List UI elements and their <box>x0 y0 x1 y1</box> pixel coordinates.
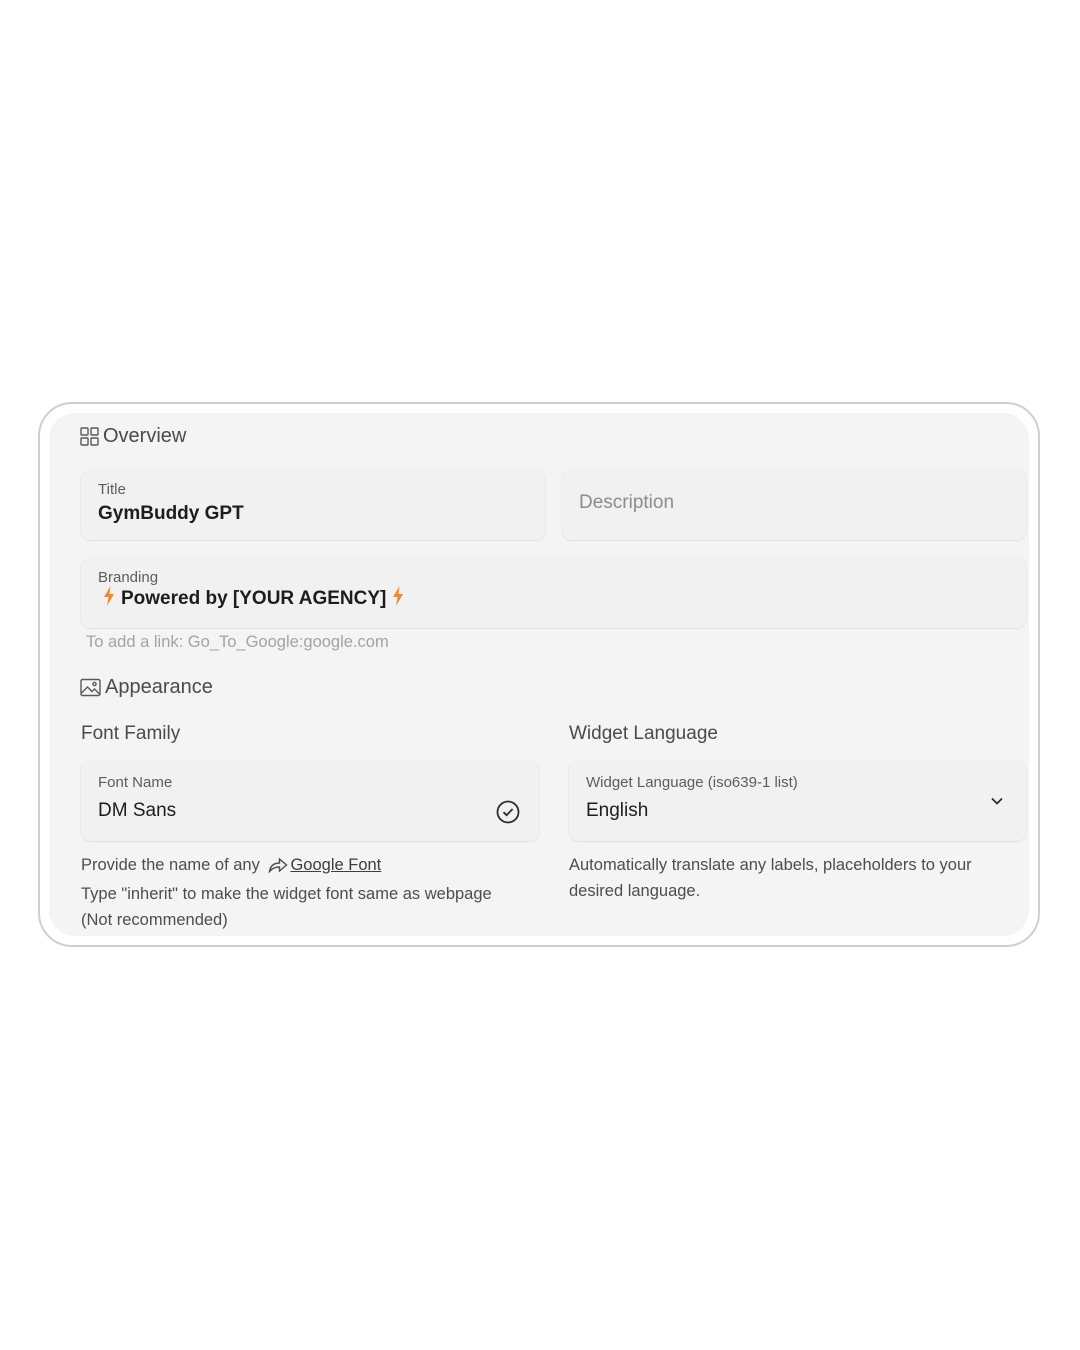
font-family-help-line1: Provide the name of any Google Font <box>81 852 551 881</box>
chevron-down-icon[interactable] <box>990 793 1004 811</box>
font-family-help-prefix: Provide the name of any <box>81 856 260 874</box>
check-circle-icon <box>496 800 520 829</box>
font-family-title: Font Family <box>81 723 181 744</box>
widget-language-help-line2: desired language. <box>569 882 701 900</box>
widget-language-help: Automatically translate any labels, plac… <box>569 852 1024 904</box>
appearance-heading-label: Appearance <box>105 676 213 698</box>
font-name-input[interactable]: Font Name DM Sans <box>81 761 539 841</box>
appearance-heading: Appearance <box>80 676 213 699</box>
google-font-link[interactable]: Google Font <box>290 856 381 874</box>
font-name-label: Font Name <box>98 774 173 791</box>
description-field[interactable]: Description <box>562 470 1026 540</box>
title-field-label: Title <box>98 481 126 498</box>
share-arrow-icon <box>268 855 289 881</box>
widget-language-label: Widget Language (iso639-1 list) <box>586 774 798 791</box>
font-family-help: Provide the name of any Google Font Type… <box>81 852 551 933</box>
lightning-bolt-icon <box>392 586 404 612</box>
widget-language-title: Widget Language <box>569 723 718 744</box>
branding-field[interactable]: Branding Powered by [YOUR AGENCY] <box>81 558 1026 628</box>
font-family-help-line2: Type "inherit" to make the widget font s… <box>81 885 492 903</box>
settings-card-frame: Overview Title GymBuddy GPT Description … <box>38 402 1040 947</box>
overview-heading-label: Overview <box>103 425 187 447</box>
widget-language-help-line1: Automatically translate any labels, plac… <box>569 856 972 874</box>
title-field-value: GymBuddy GPT <box>98 503 244 524</box>
widget-language-value: English <box>586 800 649 821</box>
widget-language-select[interactable]: Widget Language (iso639-1 list) English <box>569 761 1026 841</box>
settings-panel: Overview Title GymBuddy GPT Description … <box>49 413 1029 936</box>
font-name-value: DM Sans <box>98 800 177 821</box>
branding-field-label: Branding <box>98 569 159 586</box>
branding-hint: To add a link: Go_To_Google:google.com <box>86 633 389 651</box>
overview-heading: Overview <box>80 425 186 448</box>
title-field[interactable]: Title GymBuddy GPT <box>81 470 545 540</box>
branding-value-text: Powered by [YOUR AGENCY] <box>121 588 387 609</box>
description-placeholder: Description <box>579 492 675 513</box>
grid-icon <box>80 427 99 446</box>
lightning-bolt-icon <box>103 586 115 612</box>
font-family-help-line3: (Not recommended) <box>81 911 228 929</box>
image-icon <box>80 678 101 697</box>
branding-value: Powered by [YOUR AGENCY] <box>103 586 404 612</box>
